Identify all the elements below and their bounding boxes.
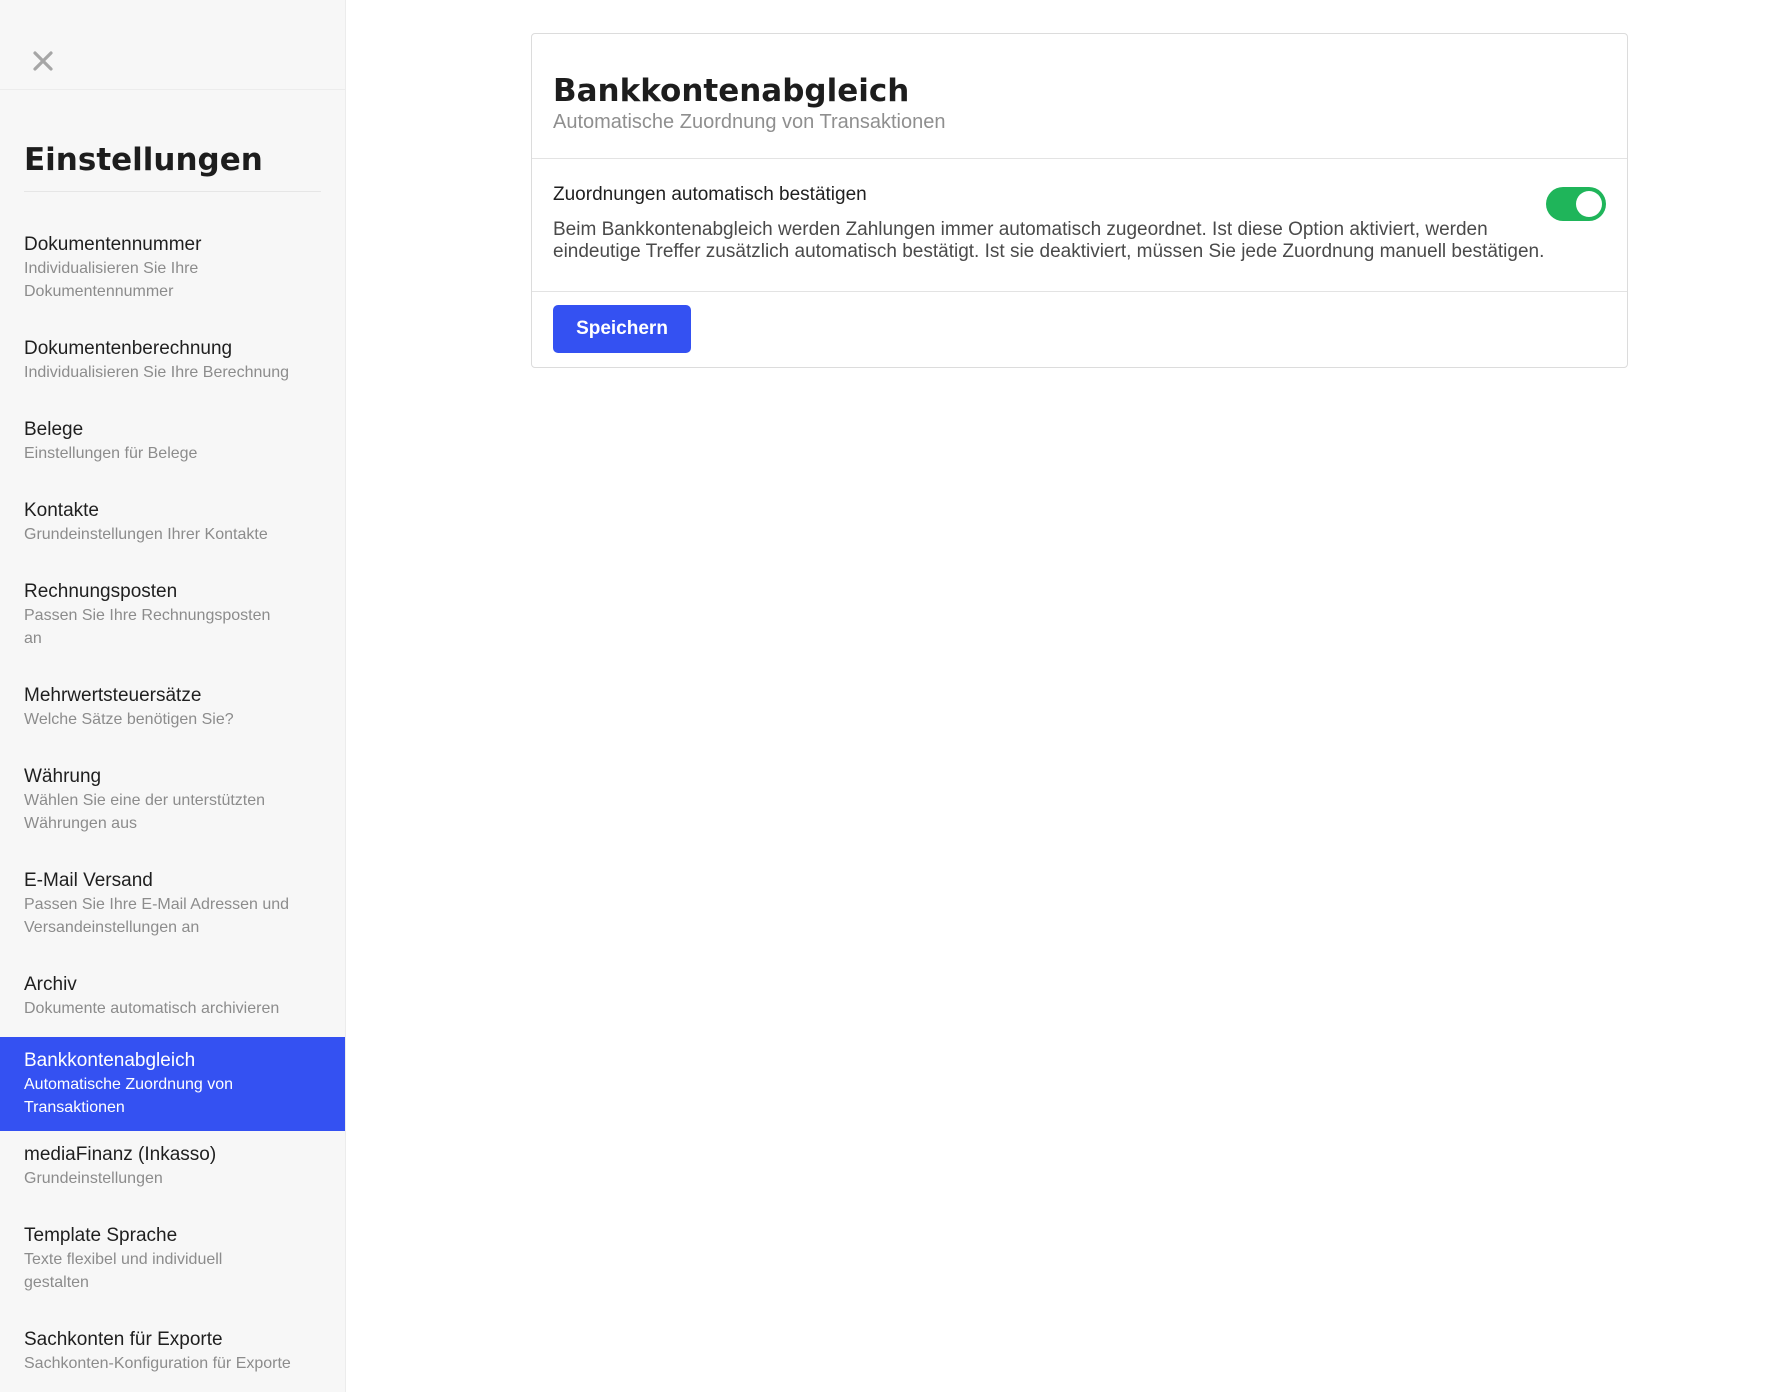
settings-card: Bankkontenabgleich Automatische Zuordnun… xyxy=(531,33,1628,368)
sidebar-item-label: Template Sprache xyxy=(24,1225,178,1246)
close-icon xyxy=(33,51,53,71)
sidebar-item-description: Individualisieren Sie Ihre Berechnung xyxy=(24,364,290,381)
auto-confirm-toggle[interactable] xyxy=(1546,187,1606,221)
sidebar-item-label: Mehrwertsteuersätze xyxy=(24,685,202,706)
page-title: Bankkontenabgleich xyxy=(553,73,910,109)
sidebar-item-description: Einstellungen für Belege xyxy=(24,445,198,462)
sidebar-item-description: Individualisieren Sie Ihre Dokumentennum… xyxy=(24,260,199,300)
sidebar-item-label: Sachkonten für Exporte xyxy=(24,1329,223,1350)
sidebar-item-description: Dokumente automatisch archivieren xyxy=(24,1000,280,1017)
sidebar-item-11[interactable]: mediaFinanz (Inkasso) Grundeinstellungen xyxy=(0,1131,345,1207)
sidebar-item-4[interactable]: Kontakte Grundeinstellungen Ihrer Kontakt… xyxy=(0,482,345,563)
sidebar-item-description: Grundeinstellungen xyxy=(24,1170,163,1187)
setting-auto-confirm: Zuordnungen automatisch bestätigen Beim … xyxy=(532,159,1627,292)
close-button[interactable] xyxy=(26,44,60,78)
sidebar-item-label: Rechnungsposten xyxy=(24,581,178,602)
sidebar-item-description: Grundeinstellungen Ihrer Kontakte xyxy=(24,526,268,543)
app-layout: Einstellungen Dokumentennummer Individual… xyxy=(0,0,1787,1392)
sidebar-item-description: Welche Sätze benötigen Sie? xyxy=(24,711,234,728)
sidebar-item-2[interactable]: Dokumentenberechnung Individualisieren Si… xyxy=(0,320,345,401)
sidebar-item-description: Texte flexibel und individuell gestalten xyxy=(24,1251,223,1291)
sidebar-item-label: Belege xyxy=(24,419,84,440)
settings-nav: Dokumentennummer Individualisieren Sie Ih… xyxy=(0,192,345,1392)
sidebar-item-label: Bankkontenabgleich xyxy=(24,1050,196,1071)
sidebar-item-1[interactable]: Dokumentennummer Individualisieren Sie Ih… xyxy=(0,233,345,320)
sidebar-item-13[interactable]: Sachkonten für Exporte Sachkonten-Konfigu… xyxy=(0,1311,345,1392)
sidebar-item-12[interactable]: Template Sprache Texte flexibel und indiv… xyxy=(0,1207,345,1311)
sidebar-item-label: Dokumentenberechnung xyxy=(24,338,233,359)
main-content: Bankkontenabgleich Automatische Zuordnun… xyxy=(346,0,1787,1392)
sidebar-item-7[interactable]: Währung Wählen Sie eine der unterstützten… xyxy=(0,748,345,852)
sidebar-item-9[interactable]: Archiv Dokumente automatisch archivieren xyxy=(0,956,345,1037)
toggle-knob xyxy=(1576,191,1602,217)
sidebar-item-3[interactable]: Belege Einstellungen für Belege xyxy=(0,401,345,482)
save-button[interactable]: Speichern xyxy=(553,305,691,353)
sidebar-item-description: Automatische Zuordnung von Transaktionen xyxy=(24,1076,234,1116)
sidebar-item-description: Passen Sie Ihre E-Mail Adressen und Vers… xyxy=(24,896,290,936)
sidebar-item-label: Währung xyxy=(24,766,102,787)
sidebar-item-label: E-Mail Versand xyxy=(24,870,153,891)
page-subtitle: Automatische Zuordnung von Transaktionen xyxy=(553,111,946,133)
sidebar-item-description: Passen Sie Ihre Rechnungsposten an xyxy=(24,607,271,647)
sidebar-item-5[interactable]: Rechnungsposten Passen Sie Ihre Rechnungs… xyxy=(0,563,345,667)
setting-label: Zuordnungen automatisch bestätigen xyxy=(553,184,867,205)
sidebar-item-10[interactable]: Bankkontenabgleich Automatische Zuordnung… xyxy=(0,1037,345,1131)
setting-description: Beim Bankkontenabgleich werden Zahlungen… xyxy=(553,219,1545,262)
sidebar-item-label: mediaFinanz (Inkasso) xyxy=(24,1144,217,1165)
sidebar-item-label: Archiv xyxy=(24,974,77,995)
card-header: Bankkontenabgleich Automatische Zuordnun… xyxy=(532,34,1627,159)
sidebar-item-label: Kontakte xyxy=(24,500,99,521)
card-footer: Speichern xyxy=(532,292,1627,367)
sidebar-title: Einstellungen xyxy=(24,141,263,178)
sidebar-item-label: Dokumentennummer xyxy=(24,234,202,255)
sidebar-top-bar xyxy=(0,0,345,90)
settings-sidebar: Einstellungen Dokumentennummer Individual… xyxy=(0,0,346,1392)
sidebar-item-description: Sachkonten-Konfiguration für Exporte xyxy=(24,1355,291,1372)
sidebar-item-description: Wählen Sie eine der unterstützten Währun… xyxy=(24,792,266,832)
sidebar-item-6[interactable]: Mehrwertsteuersätze Welche Sätze benötige… xyxy=(0,667,345,748)
sidebar-item-8[interactable]: E-Mail Versand Passen Sie Ihre E-Mail Adr… xyxy=(0,852,345,956)
